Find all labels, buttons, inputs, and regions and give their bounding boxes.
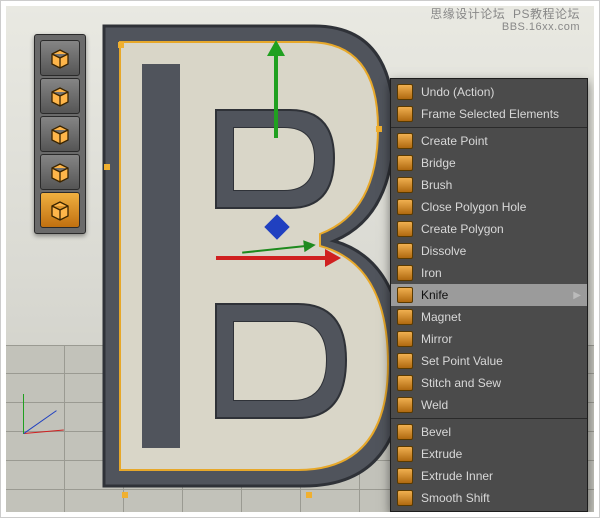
menu-item-create-point[interactable]: Create Point — [391, 130, 587, 152]
menu-item-icon — [395, 83, 415, 101]
menu-item-label: Create Point — [421, 134, 581, 148]
vertex-point[interactable] — [122, 492, 128, 498]
menu-item-undo-action-[interactable]: Undo (Action) — [391, 81, 587, 103]
menu-item-icon — [395, 220, 415, 238]
menu-item-label: Brush — [421, 178, 581, 192]
watermark-text: BBS.16xx.com — [430, 21, 580, 34]
menu-item-label: Iron — [421, 266, 581, 280]
menu-item-label: Bridge — [421, 156, 581, 170]
vertex-point[interactable] — [306, 492, 312, 498]
app-frame: 思缘设计论坛 PS教程论坛 BBS.16xx.com UiBQ.CoM Undo… — [0, 0, 600, 518]
mini-axis-y-icon — [23, 394, 24, 434]
menu-item-bridge[interactable]: Bridge — [391, 152, 587, 174]
menu-item-icon — [395, 396, 415, 414]
menu-item-icon — [395, 374, 415, 392]
menu-item-label: Undo (Action) — [421, 85, 581, 99]
palette-shade-flat[interactable] — [40, 192, 80, 228]
menu-item-smooth-shift[interactable]: Smooth Shift — [391, 487, 587, 509]
menu-item-label: Smooth Shift — [421, 491, 581, 505]
menu-item-iron[interactable]: Iron — [391, 262, 587, 284]
watermark-text: 思缘设计论坛 — [430, 7, 505, 21]
vertex-point[interactable] — [376, 126, 382, 132]
vertex-point[interactable] — [118, 42, 124, 48]
menu-item-extrude[interactable]: Extrude — [391, 443, 587, 465]
menu-item-close-polygon-hole[interactable]: Close Polygon Hole — [391, 196, 587, 218]
scene-object-letter-b[interactable] — [84, 16, 424, 496]
axis-indicator — [24, 384, 74, 434]
shading-palette — [34, 34, 86, 234]
menu-item-icon — [395, 330, 415, 348]
menu-item-icon — [395, 154, 415, 172]
palette-shade-dots[interactable] — [40, 78, 80, 114]
menu-item-icon — [395, 198, 415, 216]
palette-shade-sphere[interactable] — [40, 116, 80, 152]
menu-item-label: Mirror — [421, 332, 581, 346]
menu-item-label: Create Polygon — [421, 222, 581, 236]
menu-item-label: Magnet — [421, 310, 581, 324]
menu-item-icon — [395, 264, 415, 282]
menu-item-knife[interactable]: Knife ▶ — [391, 284, 587, 306]
menu-item-label: Weld — [421, 398, 581, 412]
menu-item-set-point-value[interactable]: Set Point Value — [391, 350, 587, 372]
watermark-top: 思缘设计论坛 PS教程论坛 BBS.16xx.com — [430, 8, 580, 34]
menu-item-icon — [395, 242, 415, 260]
menu-item-icon — [395, 105, 415, 123]
menu-item-extrude-inner[interactable]: Extrude Inner — [391, 465, 587, 487]
menu-item-frame-selected-elements[interactable]: Frame Selected Elements — [391, 103, 587, 125]
menu-item-icon — [395, 308, 415, 326]
watermark-text: PS教程论坛 — [513, 7, 580, 21]
menu-item-mirror[interactable]: Mirror — [391, 328, 587, 350]
menu-item-magnet[interactable]: Magnet — [391, 306, 587, 328]
menu-item-create-polygon[interactable]: Create Polygon — [391, 218, 587, 240]
menu-item-icon — [395, 286, 415, 304]
menu-item-icon — [395, 132, 415, 150]
chevron-right-icon: ▶ — [573, 290, 581, 301]
menu-item-label: Stitch and Sew — [421, 376, 581, 390]
menu-item-label: Dissolve — [421, 244, 581, 258]
menu-item-label: Knife — [421, 288, 569, 302]
context-menu: Undo (Action) Frame Selected Elements Crea… — [390, 78, 588, 512]
menu-item-label: Extrude — [421, 447, 581, 461]
menu-item-icon — [395, 445, 415, 463]
menu-item-icon — [395, 423, 415, 441]
mini-axis-x-icon — [24, 430, 64, 434]
menu-item-icon — [395, 176, 415, 194]
menu-item-stitch-and-sew[interactable]: Stitch and Sew — [391, 372, 587, 394]
menu-item-label: Extrude Inner — [421, 469, 581, 483]
menu-item-label: Close Polygon Hole — [421, 200, 581, 214]
palette-shade-solid[interactable] — [40, 40, 80, 76]
menu-item-icon — [395, 467, 415, 485]
menu-item-dissolve[interactable]: Dissolve — [391, 240, 587, 262]
menu-item-icon — [395, 489, 415, 507]
viewport-3d[interactable]: 思缘设计论坛 PS教程论坛 BBS.16xx.com UiBQ.CoM Undo… — [6, 6, 594, 512]
menu-item-brush[interactable]: Brush — [391, 174, 587, 196]
menu-item-bevel[interactable]: Bevel — [391, 421, 587, 443]
menu-item-weld[interactable]: Weld — [391, 394, 587, 416]
vertex-point[interactable] — [104, 164, 110, 170]
menu-item-label: Bevel — [421, 425, 581, 439]
menu-item-label: Set Point Value — [421, 354, 581, 368]
menu-item-label: Frame Selected Elements — [421, 107, 581, 121]
menu-item-icon — [395, 352, 415, 370]
palette-shade-wire[interactable] — [40, 154, 80, 190]
